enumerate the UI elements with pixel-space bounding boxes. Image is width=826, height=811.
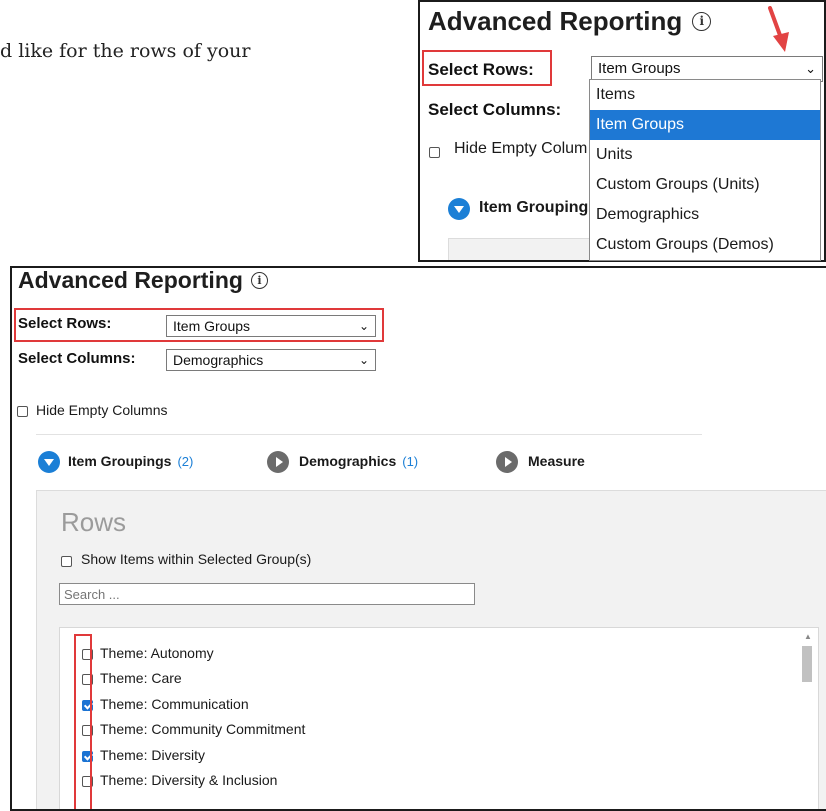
select-rows-dropdown[interactable]: Item Groups ⌄: [166, 315, 376, 337]
chevron-down-icon: ⌄: [805, 61, 816, 76]
expand-icon[interactable]: [448, 198, 470, 220]
main-panel-title-text: Advanced Reporting: [18, 267, 243, 293]
hide-empty-checkbox[interactable]: [17, 406, 28, 417]
option-items[interactable]: Items: [590, 80, 820, 110]
rows-area: Rows Show Items within Selected Group(s)…: [36, 490, 826, 809]
list-item[interactable]: Theme: Diversity: [74, 746, 474, 768]
tab-label: Demographics: [299, 453, 397, 469]
select-columns-value: Demographics: [173, 352, 264, 368]
intro-text: d like for the rows of your: [0, 40, 251, 62]
rows-area-partial: [448, 238, 590, 260]
info-icon[interactable]: i: [692, 11, 712, 31]
tab-count: (1): [402, 454, 419, 469]
list-item[interactable]: Theme: Community Commitment: [74, 720, 474, 742]
row-label: Theme: Diversity & Inclusion: [100, 772, 278, 788]
scroll-up-icon[interactable]: ▲: [804, 632, 812, 641]
option-custom-groups-demos[interactable]: Custom Groups (Demos): [590, 230, 820, 260]
tab-label: Measure: [528, 453, 585, 469]
option-item-groups[interactable]: Item Groups: [590, 110, 820, 140]
select-rows-highlight: [422, 50, 552, 86]
select-rows-value: Item Groups: [173, 318, 251, 334]
hide-empty-checkbox[interactable]: [429, 147, 440, 158]
main-reporting-panel: Advanced Reporting i Select Rows: Item Gr…: [10, 266, 826, 811]
select-rows-options-list[interactable]: Items Item Groups Units Custom Groups (U…: [589, 79, 821, 261]
top-panel-title-text: Advanced Reporting: [428, 6, 683, 36]
hide-empty-label: Hide Empty Columns: [36, 402, 168, 418]
checkbox-column-highlight: [74, 634, 92, 809]
chevron-down-icon: ⌄: [358, 353, 369, 367]
chevron-down-icon: ⌄: [358, 319, 369, 333]
option-demographics[interactable]: Demographics: [590, 200, 820, 230]
tab-count: (2): [177, 454, 194, 469]
row-label: Theme: Community Commitment: [100, 721, 306, 737]
tab-label: Item Groupings: [68, 453, 172, 469]
tab-demographics[interactable]: Demographics (1): [299, 453, 418, 469]
list-item[interactable]: Theme: Care: [74, 669, 474, 691]
rows-list: Theme: Autonomy Theme: Care Theme: Commu…: [59, 627, 819, 809]
row-label: Theme: Diversity: [100, 747, 206, 763]
list-item[interactable]: Theme: Autonomy: [74, 644, 474, 666]
scroll-thumb[interactable]: [802, 646, 812, 682]
select-columns-label: Select Columns:: [18, 350, 136, 367]
option-custom-groups-units[interactable]: Custom Groups (Units): [590, 170, 820, 200]
tab-measure[interactable]: Measure: [528, 453, 585, 469]
info-icon[interactable]: i: [250, 271, 268, 289]
rows-scrollbar[interactable]: ▲: [802, 632, 812, 809]
show-items-checkbox[interactable]: [61, 556, 72, 567]
select-rows-value: Item Groups: [598, 60, 681, 77]
search-input[interactable]: [59, 583, 475, 605]
row-label: Theme: Autonomy: [100, 645, 214, 661]
select-rows-label: Select Rows:: [18, 315, 112, 332]
hide-empty-label: Hide Empty Colum: [454, 140, 588, 157]
select-columns-label: Select Columns:: [428, 100, 562, 119]
top-panel-title: Advanced Reporting i: [428, 6, 712, 37]
expand-icon[interactable]: [38, 451, 60, 473]
collapse-icon[interactable]: [267, 451, 289, 473]
list-item[interactable]: Theme: Communication: [74, 695, 474, 717]
option-units[interactable]: Units: [590, 140, 820, 170]
main-panel-title: Advanced Reporting i: [18, 267, 268, 294]
red-arrow-icon: [768, 6, 789, 52]
show-items-label: Show Items within Selected Group(s): [81, 551, 312, 567]
collapse-icon[interactable]: [496, 451, 518, 473]
list-item[interactable]: Theme: Diversity & Inclusion: [74, 771, 474, 793]
row-label: Theme: Communication: [100, 696, 249, 712]
tab-item-groupings[interactable]: Item Groupings (2): [68, 453, 193, 469]
rows-title: Rows: [61, 507, 127, 537]
divider: [36, 434, 702, 435]
item-groupings-tab-label[interactable]: Item Grouping: [479, 199, 588, 217]
select-columns-dropdown[interactable]: Demographics ⌄: [166, 349, 376, 371]
row-label: Theme: Care: [100, 670, 182, 686]
